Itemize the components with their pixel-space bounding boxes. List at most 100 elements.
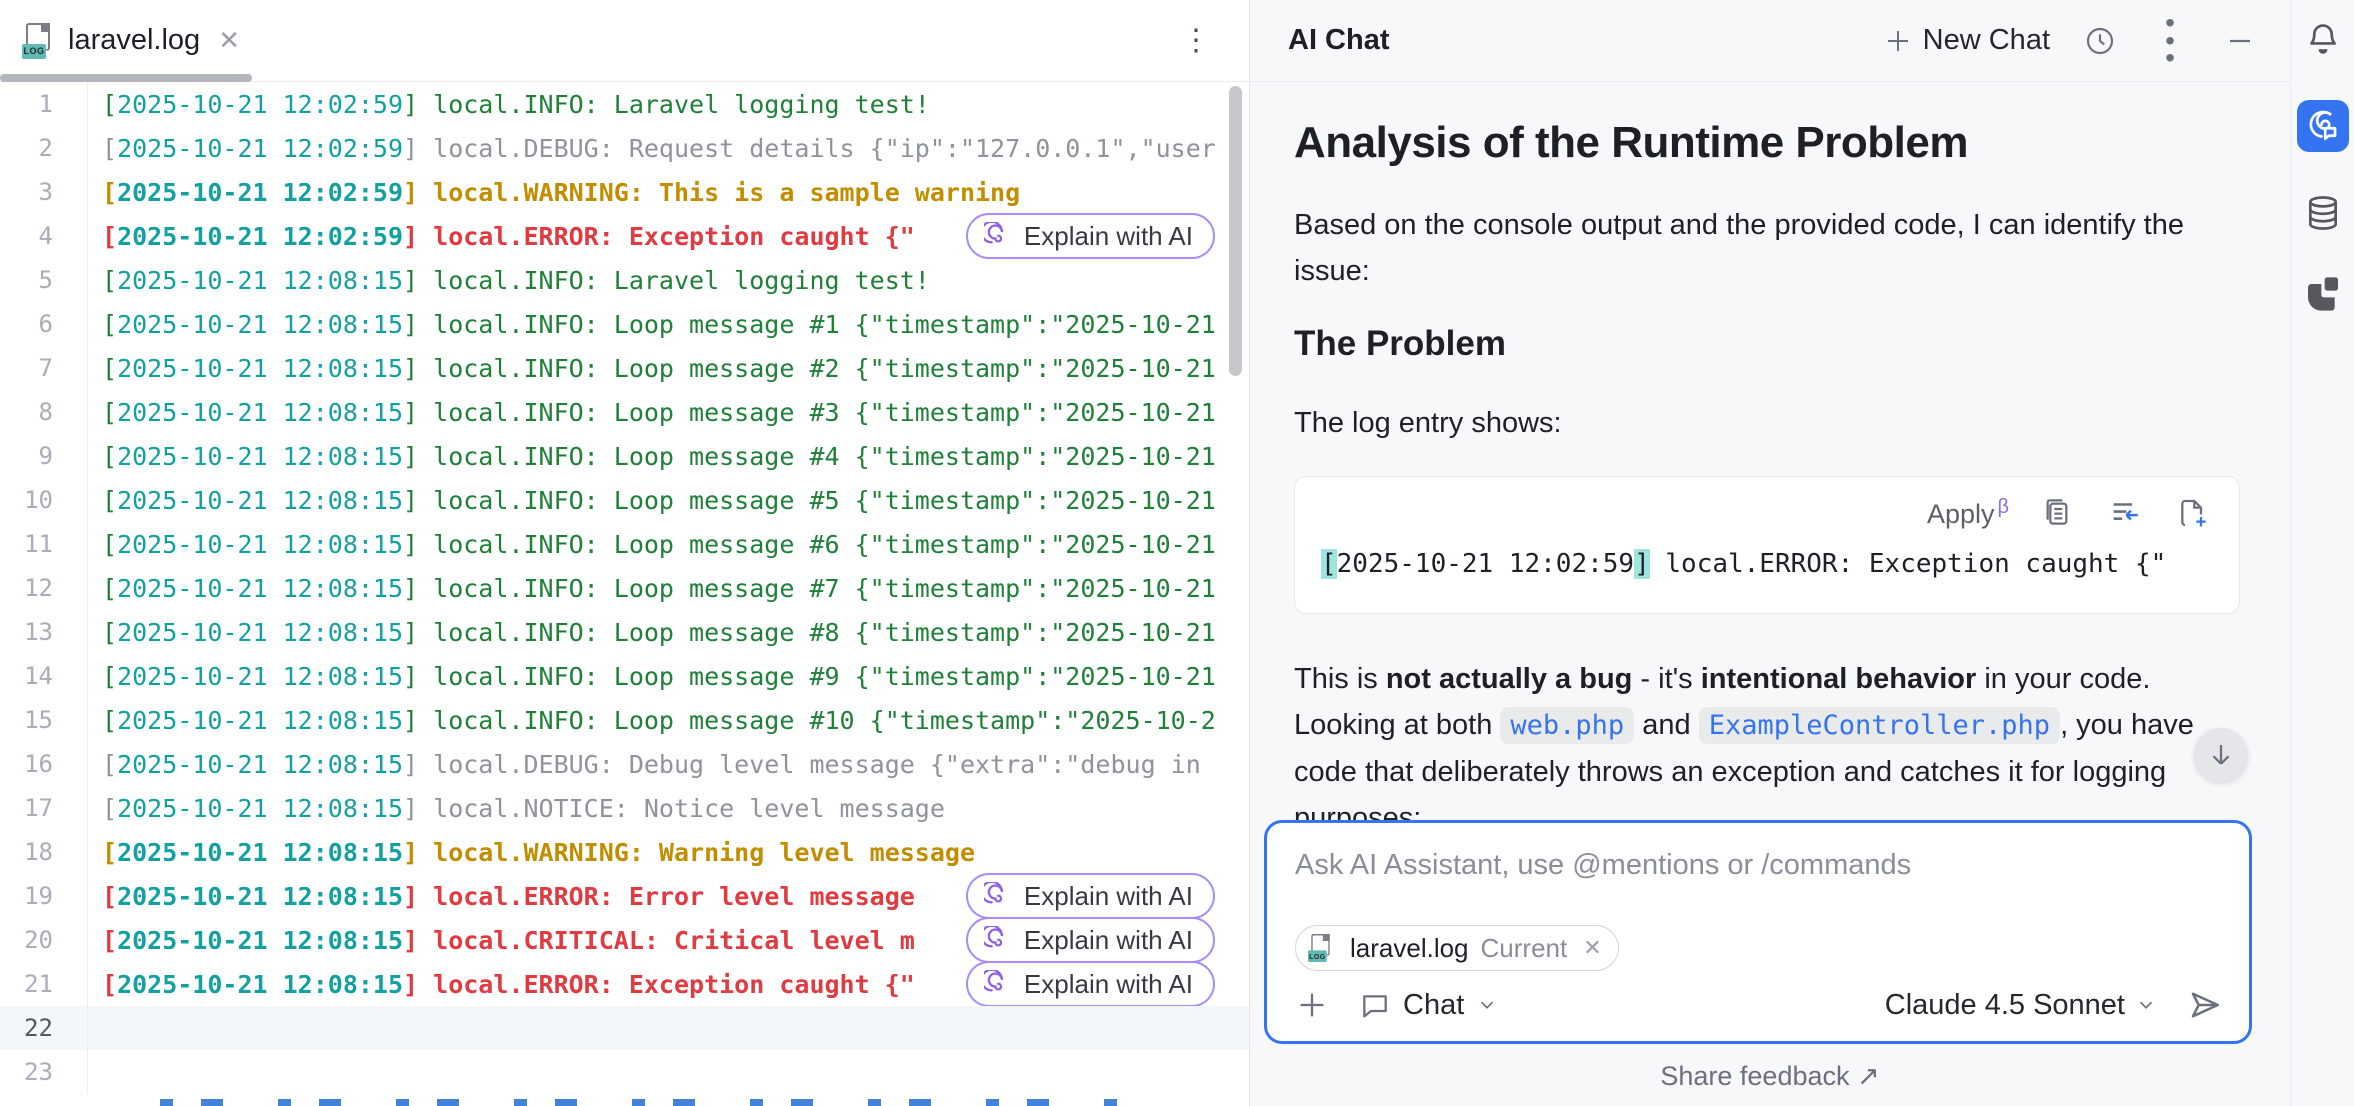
tab-close-icon[interactable]: ✕ xyxy=(218,25,240,56)
clipped-stacktrace-line xyxy=(160,1099,1129,1106)
beta-badge: β xyxy=(1997,496,2009,518)
log-line: 14[2025-10-21 12:08:15] local.INFO: Loop… xyxy=(0,654,1249,698)
log-line: 16[2025-10-21 12:08:15] local.DEBUG: Deb… xyxy=(0,742,1249,786)
context-chip-laravel-log[interactable]: LOG laravel.log Current ✕ xyxy=(1295,925,1619,971)
database-icon xyxy=(2304,194,2342,232)
line-number: 20 xyxy=(0,918,88,962)
log-line: 6[2025-10-21 12:08:15] local.INFO: Loop … xyxy=(0,302,1249,346)
copy-code-button[interactable] xyxy=(2037,493,2077,533)
hide-panel-button[interactable] xyxy=(2220,21,2260,61)
code-snippet-card: Applyβ [2025-10-21 12:02:59] local.ERROR… xyxy=(1294,476,2240,614)
log-line-text: [2025-10-21 12:02:59] local.ERROR: Excep… xyxy=(88,222,915,251)
ai-spiral-icon xyxy=(984,222,1012,250)
log-line-text: [2025-10-21 12:08:15] local.INFO: Loop m… xyxy=(88,618,1216,647)
clock-icon xyxy=(2084,25,2116,57)
line-number: 15 xyxy=(0,698,88,742)
log-line-text: [2025-10-21 12:02:59] local.DEBUG: Reque… xyxy=(88,134,1216,163)
create-file-from-snippet-button[interactable] xyxy=(2173,493,2213,533)
model-select[interactable]: Claude 4.5 Sonnet xyxy=(1885,989,2157,1022)
chat-input-box[interactable]: Ask AI Assistant, use @mentions or /comm… xyxy=(1264,820,2252,1044)
apply-button[interactable]: Applyβ xyxy=(1927,496,2009,530)
line-number: 4 xyxy=(0,214,88,258)
log-line: 9[2025-10-21 12:08:15] local.INFO: Loop … xyxy=(0,434,1249,478)
chat-bubble-icon xyxy=(1359,989,1391,1021)
new-chat-button[interactable]: New Chat xyxy=(1883,24,2050,57)
line-number: 2 xyxy=(0,126,88,170)
explain-with-ai-button[interactable]: Explain with AI xyxy=(966,873,1215,919)
line-number: 8 xyxy=(0,390,88,434)
ide-window: LOG laravel.log ✕ ⋮ 1[2025-10-21 12:02:5… xyxy=(0,0,2354,1106)
ai-chat-header: AI Chat New Chat ••• xyxy=(1250,0,2290,82)
log-line: 3[2025-10-21 12:02:59] local.WARNING: Th… xyxy=(0,170,1249,214)
plugin-tool-button[interactable] xyxy=(2303,274,2343,314)
message-paragraph: Based on the console output and the prov… xyxy=(1294,202,2240,294)
log-line: 5[2025-10-21 12:08:15] local.INFO: Larav… xyxy=(0,258,1249,302)
chip-close-icon[interactable]: ✕ xyxy=(1583,935,1601,961)
editor-vertical-scrollbar[interactable] xyxy=(1229,86,1242,376)
insert-at-caret-button[interactable] xyxy=(2105,493,2145,533)
editor-options-kebab-icon[interactable]: ⋮ xyxy=(1181,26,1211,56)
chat-history-button[interactable] xyxy=(2080,21,2120,61)
chat-more-options-kebab-icon[interactable]: ••• xyxy=(2150,21,2190,61)
send-icon[interactable] xyxy=(2187,987,2223,1023)
ai-spiral-icon xyxy=(984,882,1012,910)
tab-laravel-log[interactable]: LOG laravel.log ✕ xyxy=(0,0,264,81)
add-context-plus-icon[interactable] xyxy=(1295,988,1329,1022)
minus-icon xyxy=(2225,26,2255,56)
message-heading: Analysis of the Runtime Problem xyxy=(1294,118,2240,168)
arrow-down-icon xyxy=(2206,740,2236,770)
plugin-icon xyxy=(2303,274,2343,314)
log-file-icon: LOG xyxy=(1308,934,1331,962)
log-line: 13[2025-10-21 12:08:15] local.INFO: Loop… xyxy=(0,610,1249,654)
log-line: 23 xyxy=(0,1050,1249,1094)
notifications-button[interactable] xyxy=(2304,20,2342,58)
log-line: 12[2025-10-21 12:08:15] local.INFO: Loop… xyxy=(0,566,1249,610)
ai-chat-header-actions: New Chat ••• xyxy=(1883,21,2260,61)
log-line: 20[2025-10-21 12:08:15] local.CRITICAL: … xyxy=(0,918,1249,962)
log-line-text: [2025-10-21 12:08:15] local.INFO: Loop m… xyxy=(88,574,1216,603)
share-feedback-link[interactable]: Share feedback ↗ xyxy=(1250,1061,2290,1092)
ai-chat-title: AI Chat xyxy=(1288,24,1390,57)
line-number: 22 xyxy=(0,1006,88,1050)
log-line-text: [2025-10-21 12:08:15] local.ERROR: Excep… xyxy=(88,970,915,999)
explain-with-ai-button[interactable]: Explain with AI xyxy=(966,961,1215,1007)
log-line-text: [2025-10-21 12:08:15] local.DEBUG: Debug… xyxy=(88,750,1201,779)
file-reference-link[interactable]: ExampleController.php xyxy=(1699,707,2060,744)
log-line-text: [2025-10-21 12:08:15] local.CRITICAL: Cr… xyxy=(88,926,915,955)
log-line-text: [2025-10-21 12:02:59] local.WARNING: Thi… xyxy=(88,178,1020,207)
code-snippet-line: [2025-10-21 12:02:59] local.ERROR: Excep… xyxy=(1321,549,2213,579)
ai-assistant-tool-button[interactable] xyxy=(2297,100,2349,152)
chevron-down-icon xyxy=(2135,994,2157,1016)
log-line-text: [2025-10-21 12:08:15] local.INFO: Loop m… xyxy=(88,530,1216,559)
explain-with-ai-button[interactable]: Explain with AI xyxy=(966,213,1215,259)
log-line: 17[2025-10-21 12:08:15] local.NOTICE: No… xyxy=(0,786,1249,830)
database-tool-button[interactable] xyxy=(2304,194,2342,232)
log-line: 4[2025-10-21 12:02:59] local.ERROR: Exce… xyxy=(0,214,1249,258)
log-line-text: [2025-10-21 12:08:15] local.INFO: Loop m… xyxy=(88,354,1216,383)
log-line-text: [2025-10-21 12:08:15] local.INFO: Loop m… xyxy=(88,662,1216,691)
chat-mode-select[interactable]: Chat xyxy=(1359,989,1498,1022)
line-number: 10 xyxy=(0,478,88,522)
line-number: 12 xyxy=(0,566,88,610)
message-paragraph: The log entry shows: xyxy=(1294,400,2240,446)
editor-tab-bar: LOG laravel.log ✕ ⋮ xyxy=(0,0,1249,82)
line-number: 19 xyxy=(0,874,88,918)
line-number: 16 xyxy=(0,742,88,786)
log-line-text: [2025-10-21 12:08:15] local.INFO: Loop m… xyxy=(88,398,1216,427)
insert-at-caret-icon xyxy=(2108,496,2142,530)
line-number: 1 xyxy=(0,82,88,126)
editor-content[interactable]: 1[2025-10-21 12:02:59] local.INFO: Larav… xyxy=(0,82,1249,1106)
scroll-to-bottom-button[interactable] xyxy=(2194,728,2248,782)
log-line: 7[2025-10-21 12:08:15] local.INFO: Loop … xyxy=(0,346,1249,390)
log-line: 1[2025-10-21 12:02:59] local.INFO: Larav… xyxy=(0,82,1249,126)
explain-with-ai-button[interactable]: Explain with AI xyxy=(966,917,1215,963)
file-reference-link[interactable]: web.php xyxy=(1500,707,1634,744)
line-number: 7 xyxy=(0,346,88,390)
active-tab-underline xyxy=(0,74,252,82)
ai-chat-message: Analysis of the Runtime Problem Based on… xyxy=(1250,82,2290,871)
line-number: 5 xyxy=(0,258,88,302)
copy-icon xyxy=(2041,497,2073,529)
log-line: 21[2025-10-21 12:08:15] local.ERROR: Exc… xyxy=(0,962,1249,1006)
editor-lines: 1[2025-10-21 12:02:59] local.INFO: Larav… xyxy=(0,82,1249,1094)
tab-title: laravel.log xyxy=(68,24,200,57)
